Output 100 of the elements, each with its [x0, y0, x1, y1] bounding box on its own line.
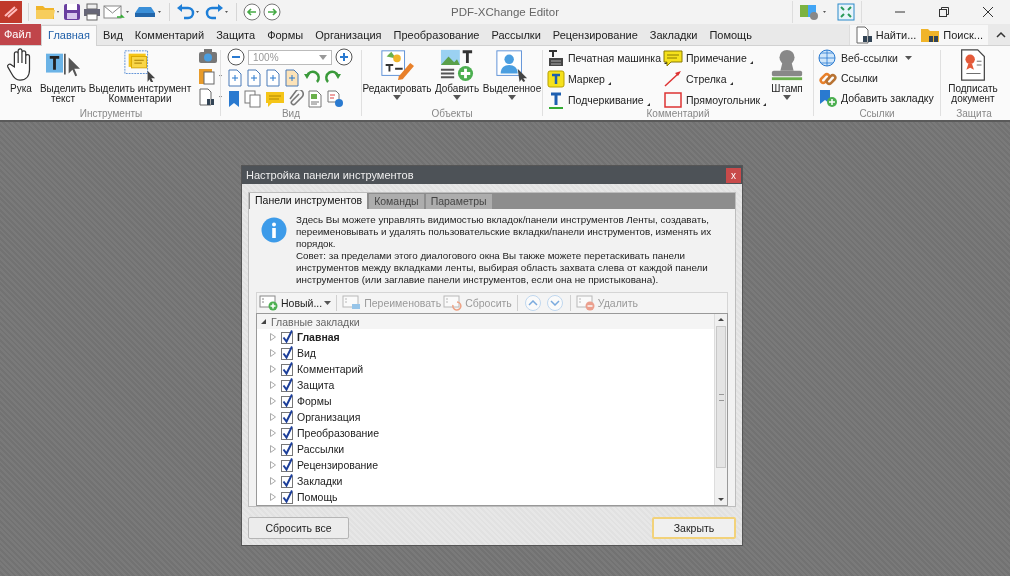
- ribbon-tab[interactable]: Защита: [210, 26, 262, 45]
- expand-icon[interactable]: [270, 429, 276, 437]
- page-fit-icon[interactable]: [265, 69, 281, 87]
- select-comments-button[interactable]: Выделить инструмент Комментарии: [88, 48, 192, 104]
- web-links-button[interactable]: Веб-ссылки: [818, 48, 912, 67]
- tree-group-label[interactable]: Главные закладки: [271, 315, 360, 328]
- checkbox[interactable]: [281, 458, 294, 472]
- expand-icon[interactable]: [270, 365, 276, 373]
- forward-icon[interactable]: [263, 3, 281, 21]
- checkbox[interactable]: [281, 426, 294, 440]
- tree-item[interactable]: Защита: [297, 379, 335, 391]
- select-text-button[interactable]: Выделить текст: [40, 48, 86, 104]
- redo-icon[interactable]: [204, 3, 230, 21]
- ribbon-tab[interactable]: Помощь: [703, 26, 758, 45]
- page-fit-icon[interactable]: [246, 69, 262, 87]
- ribbon-tab[interactable]: Преобразование: [387, 26, 486, 45]
- tree-item[interactable]: Преобразование: [297, 427, 379, 439]
- dialog-tab[interactable]: Команды: [369, 194, 424, 209]
- page-fit-icon[interactable]: [284, 69, 300, 87]
- checkbox[interactable]: [281, 330, 294, 344]
- expand-icon[interactable]: [270, 413, 276, 421]
- ribbon-tab[interactable]: Комментарий: [128, 26, 211, 45]
- ribbon-tab[interactable]: Главная: [41, 25, 97, 46]
- tree-item[interactable]: Организация: [297, 411, 361, 423]
- save-icon[interactable]: [63, 3, 81, 21]
- ribbon-tab[interactable]: Формы: [261, 26, 310, 45]
- comment-icon[interactable]: [265, 90, 285, 108]
- edit-button[interactable]: Редактировать: [364, 48, 430, 100]
- fullscreen-icon[interactable]: [837, 3, 855, 21]
- page-fit-icon[interactable]: [227, 69, 243, 87]
- dialog-tab[interactable]: Параметры: [425, 194, 492, 209]
- paperclip-icon[interactable]: [288, 90, 304, 108]
- close-dialog-button[interactable]: Закрыть: [652, 517, 736, 539]
- hand-tool-button[interactable]: Рука: [4, 48, 38, 94]
- highlighter-button[interactable]: Маркер: [547, 69, 663, 88]
- search-button[interactable]: Поиск...: [918, 26, 985, 44]
- undo-icon[interactable]: [176, 3, 202, 21]
- printer-icon[interactable]: [83, 3, 101, 21]
- expand-icon[interactable]: [270, 381, 276, 389]
- tree-item[interactable]: Рассылки: [297, 443, 345, 455]
- note-button[interactable]: Примечание: [663, 48, 763, 67]
- checkbox[interactable]: [281, 346, 294, 360]
- tree-item[interactable]: Главная: [297, 331, 340, 343]
- checkbox[interactable]: [281, 474, 294, 488]
- ribbon-tab[interactable]: Закладки: [643, 26, 704, 45]
- collapse-ribbon-icon[interactable]: [996, 31, 1006, 39]
- tree-item[interactable]: Закладки: [297, 475, 343, 487]
- camera-icon[interactable]: [198, 48, 218, 64]
- collapse-icon[interactable]: [260, 318, 267, 325]
- ribbon-tab[interactable]: Рассылки: [485, 26, 547, 45]
- tree-item[interactable]: Рецензирование: [297, 459, 379, 471]
- sign-document-button[interactable]: Подписать документ: [943, 48, 1003, 104]
- clipboard-icon[interactable]: [198, 67, 224, 85]
- underline-button[interactable]: Подчеркивание: [547, 90, 663, 109]
- back-icon[interactable]: [243, 3, 261, 21]
- new-button[interactable]: Новый...: [259, 295, 332, 311]
- find-page-icon[interactable]: [198, 88, 224, 106]
- scrollbar[interactable]: [714, 314, 727, 505]
- expand-icon[interactable]: [270, 477, 276, 485]
- add-button[interactable]: Добавить: [432, 48, 482, 100]
- checkbox[interactable]: [281, 394, 294, 408]
- dialog-tab[interactable]: Панели инструментов: [250, 193, 368, 209]
- checkbox[interactable]: [281, 378, 294, 392]
- tree-item[interactable]: Формы: [297, 395, 332, 407]
- pages-icon[interactable]: [244, 90, 262, 108]
- zoom-in-icon[interactable]: [335, 48, 353, 66]
- tree-item[interactable]: Вид: [297, 347, 316, 359]
- page-image-icon[interactable]: [307, 90, 323, 108]
- mail-icon[interactable]: [103, 3, 131, 21]
- zoom-out-icon[interactable]: [227, 48, 245, 66]
- checkbox[interactable]: [281, 362, 294, 376]
- stamp-button[interactable]: Штамп: [765, 48, 809, 100]
- rectangle-button[interactable]: Прямоугольник: [663, 90, 763, 109]
- reset-all-button[interactable]: Сбросить все: [248, 517, 349, 539]
- expand-icon[interactable]: [270, 349, 276, 357]
- checkbox[interactable]: [281, 410, 294, 424]
- expand-icon[interactable]: [270, 333, 276, 341]
- close-button[interactable]: x: [726, 167, 741, 183]
- add-bookmark-button[interactable]: Добавить закладку: [818, 88, 934, 107]
- expand-icon[interactable]: [270, 397, 276, 405]
- ribbon-tab[interactable]: Организация: [309, 26, 388, 45]
- file-tab[interactable]: Файл: [0, 24, 42, 45]
- restore-icon[interactable]: [938, 6, 950, 18]
- selected-button[interactable]: Выделенное: [484, 48, 540, 100]
- arrow-button[interactable]: Стрелка: [663, 69, 763, 88]
- ribbon-tab[interactable]: Рецензирование: [546, 26, 644, 45]
- bookmark-icon[interactable]: [227, 90, 241, 108]
- checkbox[interactable]: [281, 442, 294, 456]
- expand-icon[interactable]: [270, 445, 276, 453]
- expand-icon[interactable]: [270, 461, 276, 469]
- tree-item[interactable]: Помощь: [297, 491, 338, 503]
- checkbox[interactable]: [281, 490, 294, 504]
- find-button[interactable]: Найти...: [852, 26, 919, 44]
- customize-icon[interactable]: [799, 3, 829, 21]
- page-settings-icon[interactable]: [326, 90, 344, 108]
- expand-icon[interactable]: [270, 493, 276, 501]
- close-icon[interactable]: [982, 6, 994, 18]
- ribbon-tab[interactable]: Вид: [96, 26, 129, 45]
- links-button[interactable]: Ссылки: [818, 68, 878, 87]
- tree-item[interactable]: Комментарий: [297, 363, 364, 375]
